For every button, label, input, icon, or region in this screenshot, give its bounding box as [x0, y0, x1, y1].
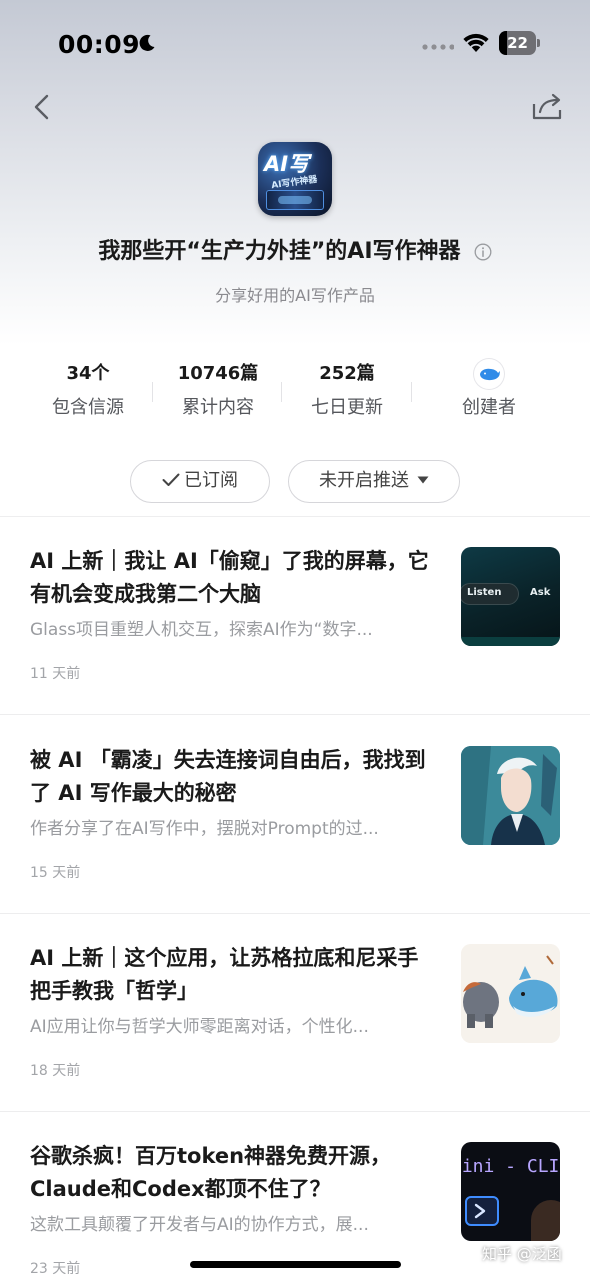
subscribed-button[interactable]: 已订阅: [130, 460, 270, 503]
push-label: 未开启推送: [319, 470, 409, 491]
stat-label: 七日更新: [311, 397, 383, 418]
article-thumbnail: [461, 746, 560, 845]
article-item[interactable]: AI 上新｜这个应用，让苏格拉底和尼采手把手教我「哲学」 AI应用让你与哲学大师…: [0, 914, 590, 1112]
thumb-cli-label: mini - CLI: [461, 1156, 560, 1177]
stats-row: 34个 包含信源 10746篇 累计内容 252篇 七日更新 创建者: [0, 359, 590, 428]
article-thumbnail: Listen Ask: [461, 547, 560, 646]
article-summary: Glass项目重塑人机交互，探索AI作为“数字...: [30, 620, 373, 640]
status-time: 00:09: [58, 30, 141, 59]
signal-dots-icon: [422, 44, 454, 50]
collection-logo: AI写 AI写作神器: [258, 142, 332, 216]
stat-label: 累计内容: [182, 397, 254, 418]
article-thumbnail: mini - CLI: [461, 1142, 560, 1241]
whale-icon: [480, 368, 500, 381]
stat-value: 34个: [66, 363, 110, 384]
page-title: 我那些开“生产力外挂”的AI写作神器: [98, 239, 461, 264]
home-indicator[interactable]: [190, 1261, 401, 1268]
stat-label: 创建者: [462, 397, 516, 418]
status-bar: 00:09 22: [0, 0, 590, 90]
watermark: 知乎 @泛函: [482, 1245, 562, 1263]
article-item[interactable]: 被 AI 「霸凌」失去连接词自由后，我找到了 AI 写作最大的秘密 作者分享了在…: [0, 716, 590, 914]
info-icon[interactable]: [474, 243, 492, 261]
stat-value: 252篇: [319, 363, 375, 384]
article-title: AI 上新｜这个应用，让苏格拉底和尼采手把手教我「哲学」: [30, 946, 419, 1003]
caret-down-icon: [417, 476, 429, 484]
article-time: 11 天前: [30, 666, 81, 682]
stat-sources[interactable]: 34个 包含信源: [23, 360, 153, 428]
terminal-icon: [474, 1203, 486, 1219]
thumb-ask-label: Ask: [530, 587, 551, 598]
title-row: 我那些开“生产力外挂”的AI写作神器: [0, 236, 590, 270]
stat-label: 包含信源: [52, 397, 124, 418]
stat-divider: [411, 382, 412, 402]
article-time: 15 天前: [30, 865, 81, 881]
article-thumbnail: [461, 944, 560, 1043]
article-summary: AI应用让你与哲学大师零距离对话，个性化...: [30, 1017, 369, 1037]
article-time: 18 天前: [30, 1063, 81, 1079]
push-toggle-button[interactable]: 未开启推送: [288, 460, 460, 503]
share-icon[interactable]: [528, 90, 566, 124]
wifi-icon: [463, 33, 489, 52]
article-summary: 作者分享了在AI写作中，摆脱对Prompt的过...: [30, 819, 379, 839]
page-subtitle: 分享好用的AI写作产品: [215, 286, 375, 305]
article-title: AI 上新｜我让 AI「偷窥」了我的屏幕，它有机会变成我第二个大脑: [30, 549, 429, 606]
stat-creator[interactable]: 创建者: [424, 359, 554, 427]
article-item[interactable]: AI 上新｜我让 AI「偷窥」了我的屏幕，它有机会变成我第二个大脑 Glass项…: [0, 517, 590, 715]
stat-value: 10746篇: [177, 363, 259, 384]
moon-icon: [139, 34, 155, 51]
thumb-listen-label: Listen: [467, 587, 502, 598]
article-summary: 这款工具颠覆了开发者与AI的协作方式，展...: [30, 1215, 369, 1235]
battery-level: 22: [507, 34, 528, 52]
check-icon: [162, 473, 180, 486]
stat-total-content[interactable]: 10746篇 累计内容: [153, 360, 283, 428]
article-time: 23 天前: [30, 1261, 81, 1277]
back-arrow-icon[interactable]: [28, 90, 56, 124]
article-title: 谷歌杀疯！百万token神器免费开源，Claude和Codex都顶不住了？: [30, 1144, 392, 1201]
battery-icon: 22: [499, 31, 541, 55]
article-title: 被 AI 「霸凌」失去连接词自由后，我找到了 AI 写作最大的秘密: [30, 748, 426, 805]
subscribed-label: 已订阅: [184, 470, 238, 491]
stat-weekly-updates[interactable]: 252篇 七日更新: [282, 360, 412, 428]
creator-avatar: [474, 359, 504, 389]
